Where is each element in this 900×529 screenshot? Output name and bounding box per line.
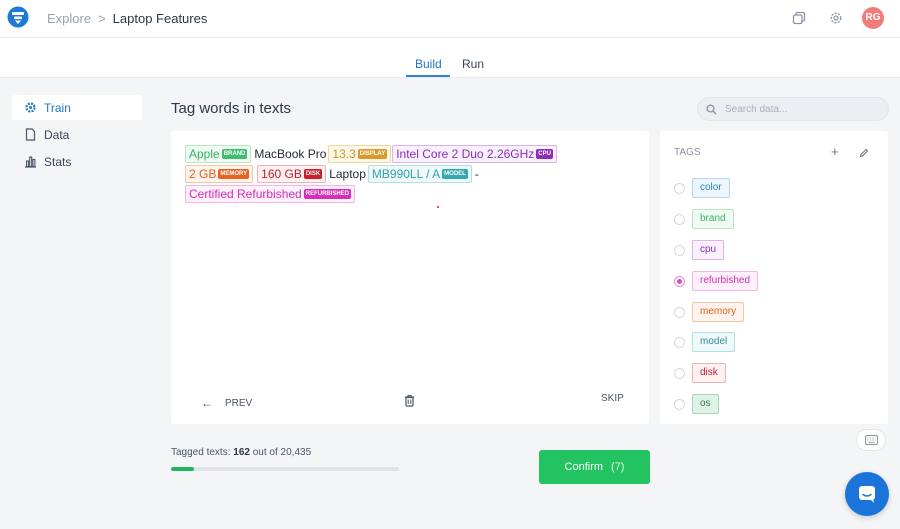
tag-radio[interactable] bbox=[674, 399, 685, 410]
chat-icon bbox=[859, 486, 875, 503]
tag-chip-disk[interactable]: disk bbox=[692, 363, 726, 383]
token-disk[interactable]: 160 GB DISK bbox=[257, 165, 327, 183]
app-logo-icon[interactable] bbox=[7, 6, 29, 28]
tag-badge: MODEL bbox=[442, 168, 468, 179]
tags-panel: TAGS + color brand cpu refurbished memor… bbox=[660, 131, 888, 424]
tags-header: TAGS bbox=[674, 147, 701, 158]
tagged-text: Apple BRAND MacBook Pro 13.3 DISPLAY Intel Co… bbox=[185, 145, 635, 205]
tag-chip-cpu[interactable]: cpu bbox=[692, 240, 725, 260]
tag-chip-memory[interactable]: memory bbox=[692, 302, 745, 322]
file-icon bbox=[25, 128, 36, 141]
total-count: 20,435 bbox=[280, 447, 312, 458]
progress-label: Tagged texts: 162 out of 20,435 bbox=[171, 447, 312, 458]
tag-badge: MEMORY bbox=[218, 168, 250, 179]
tab-bar: Build Run bbox=[0, 38, 900, 78]
active-tab-indicator bbox=[406, 75, 450, 77]
tag-chip-brand[interactable]: brand bbox=[692, 209, 734, 229]
add-tag-button[interactable]: + bbox=[831, 145, 839, 158]
breadcrumb-separator: > bbox=[98, 11, 106, 26]
tag-radio[interactable] bbox=[674, 214, 685, 225]
top-bar: Explore > Laptop Features RG bbox=[0, 0, 900, 38]
confirm-button[interactable]: Confirm (7) bbox=[539, 450, 650, 484]
tag-radio[interactable] bbox=[674, 183, 685, 194]
token-macbook-pro[interactable]: MacBook Pro bbox=[252, 145, 328, 163]
search-box bbox=[697, 97, 889, 121]
bar-chart-icon bbox=[25, 156, 36, 168]
tag-radio[interactable] bbox=[674, 307, 685, 318]
token-memory[interactable]: 2 GB MEMORY bbox=[185, 165, 254, 183]
token-cpu[interactable]: Intel Core 2 Duo 2.26GHz CPU bbox=[392, 145, 557, 163]
breadcrumb-explore[interactable]: Explore bbox=[47, 11, 91, 26]
keyboard-icon bbox=[865, 435, 878, 445]
page-title: Tag words in texts bbox=[171, 100, 292, 117]
token-apple[interactable]: Apple BRAND bbox=[185, 145, 252, 163]
tag-badge: DISPLAY bbox=[357, 148, 388, 159]
text-panel: Apple BRAND MacBook Pro 13.3 DISPLAY Intel Co… bbox=[171, 131, 649, 424]
token-dash[interactable]: - bbox=[473, 165, 481, 183]
mouse-cursor-dot bbox=[437, 206, 439, 208]
prev-button[interactable]: ← PREV bbox=[201, 395, 252, 410]
token-model[interactable]: MB990LL / A MODEL bbox=[367, 165, 472, 183]
sidebar-item-data[interactable]: Data bbox=[12, 122, 142, 147]
tag-badge: BRAND bbox=[221, 148, 248, 159]
confirm-count: (7) bbox=[611, 461, 625, 473]
search-icon bbox=[706, 104, 717, 115]
gear-icon bbox=[25, 102, 36, 113]
token-laptop[interactable]: Laptop bbox=[327, 165, 368, 183]
progress-bar bbox=[171, 467, 399, 471]
token-refurbished[interactable]: Certified Refurbished REFURBISHED bbox=[185, 185, 356, 203]
tag-chip-model[interactable]: model bbox=[692, 332, 736, 352]
tagged-count: 162 bbox=[233, 447, 250, 458]
breadcrumb-current: Laptop Features bbox=[112, 11, 208, 26]
tag-chip-refurbished[interactable]: refurbished bbox=[692, 271, 759, 291]
sidebar-item-label: Train bbox=[44, 101, 71, 115]
tag-radio[interactable] bbox=[674, 245, 685, 256]
tab-build[interactable]: Build bbox=[415, 57, 442, 71]
gear-icon[interactable] bbox=[828, 10, 844, 26]
progress-bar-fill bbox=[171, 467, 194, 471]
breadcrumb: Explore > Laptop Features bbox=[47, 11, 207, 26]
skip-button[interactable]: SKIP bbox=[601, 393, 624, 404]
tag-badge: CPU bbox=[536, 148, 553, 159]
tag-radio[interactable] bbox=[674, 337, 685, 348]
tag-chip-os[interactable]: os bbox=[692, 394, 719, 414]
sidebar-item-train[interactable]: Train bbox=[12, 95, 142, 120]
sidebar-item-label: Data bbox=[44, 128, 70, 142]
tag-radio-selected[interactable] bbox=[674, 276, 685, 287]
avatar[interactable]: RG bbox=[862, 7, 884, 29]
chat-support-button[interactable] bbox=[845, 472, 889, 516]
token-display[interactable]: 13.3 DISPLAY bbox=[328, 145, 392, 163]
pencil-icon[interactable] bbox=[859, 148, 869, 158]
tag-chip-color[interactable]: color bbox=[692, 178, 730, 198]
tag-radio[interactable] bbox=[674, 368, 685, 379]
search-input[interactable] bbox=[725, 101, 880, 117]
sidebar-item-label: Stats bbox=[44, 155, 72, 169]
copy-icon[interactable] bbox=[791, 10, 807, 26]
keyboard-shortcuts-button[interactable] bbox=[856, 429, 886, 451]
arrow-left-icon: ← bbox=[201, 396, 213, 410]
sidebar-item-stats[interactable]: Stats bbox=[12, 149, 142, 174]
tag-badge: DISK bbox=[303, 168, 323, 179]
trash-icon[interactable] bbox=[404, 394, 415, 407]
tag-badge: REFURBISHED bbox=[303, 188, 352, 199]
tab-run[interactable]: Run bbox=[462, 57, 484, 71]
